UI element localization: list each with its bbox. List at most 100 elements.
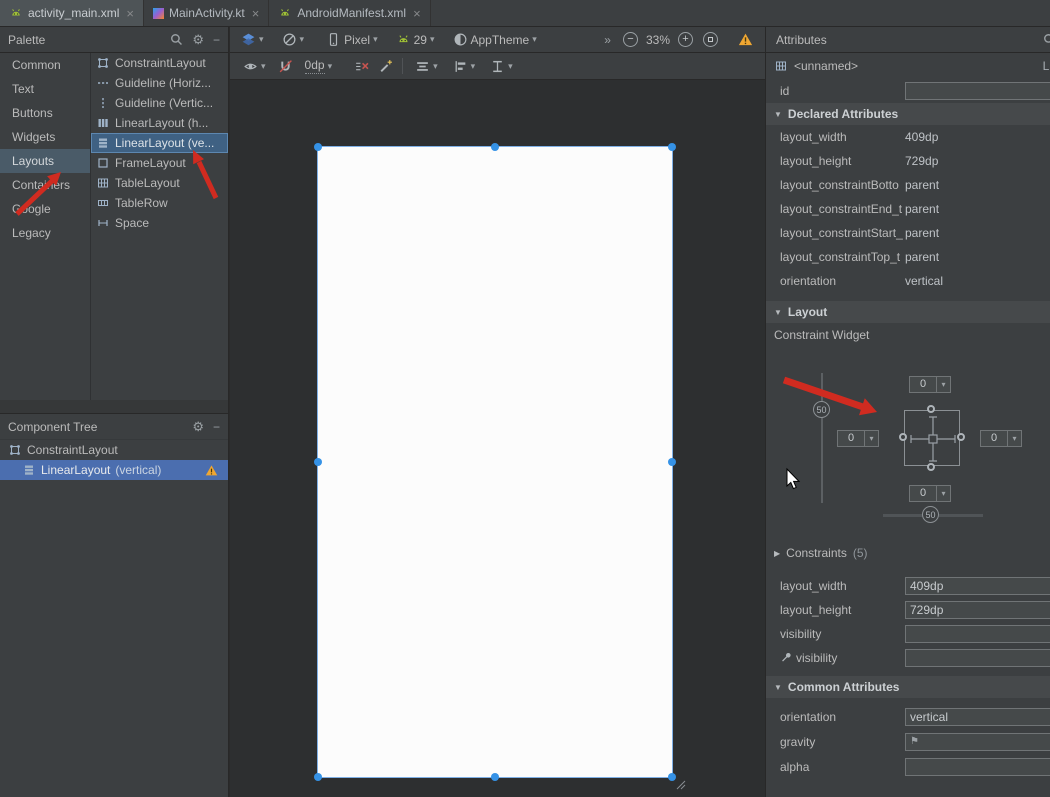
selection-handle-top-right[interactable] [668,143,676,151]
zoom-to-fit-button[interactable] [703,32,718,47]
section-common-attributes[interactable]: ▼ Common Attributes [766,676,1050,698]
selection-handle-top-center[interactable] [491,143,499,151]
horizontal-bias-badge[interactable]: 50 [922,506,939,523]
zoom-out-button[interactable]: − [623,32,638,47]
left-anchor[interactable] [899,433,907,441]
attribute-value[interactable]: vertical [905,274,943,288]
attribute-value[interactable]: parent [905,226,939,240]
minimize-icon[interactable]: − [213,420,220,434]
toolbar-overflow-button[interactable]: » [604,33,611,47]
attribute-value[interactable]: 409dp [905,130,938,144]
tab-androidmanifest-xml[interactable]: AndroidManifest.xml × [269,0,430,26]
pack-menu-button[interactable]: ▾ [412,58,441,75]
palette-item-space[interactable]: Space [91,213,228,233]
gravity-input[interactable]: ⚑ [905,733,1050,751]
gear-icon[interactable]: ⚙ [192,419,204,435]
guidelines-menu-button[interactable]: ▾ [487,58,516,75]
top-anchor[interactable] [927,405,935,413]
theme-selector[interactable]: AppTheme ▾ [450,31,540,48]
palette-category-common[interactable]: Common [0,53,90,77]
palette-item-linearlayout-horizontal[interactable]: LinearLayout (h... [91,113,228,133]
palette-category-buttons[interactable]: Buttons [0,101,90,125]
zoom-in-button[interactable]: + [678,32,693,47]
selection-handle-bottom-center[interactable] [491,773,499,781]
design-canvas[interactable] [230,80,765,797]
palette-category-containers[interactable]: Containers [0,173,90,197]
attribute-value[interactable]: 729dp [905,154,938,168]
collapse-triangle-icon: ▼ [774,110,782,119]
orientation-button[interactable]: ▾ [279,31,308,48]
minimize-icon[interactable]: − [213,33,220,47]
close-icon[interactable]: × [126,6,134,21]
orientation-select[interactable]: vertical [905,708,1050,726]
margin-left-combo[interactable]: 0 ▾ [837,430,879,447]
linearlayout-artboard[interactable] [318,147,672,777]
section-layout[interactable]: ▼ Layout [766,301,1050,323]
design-surface-mode-button[interactable]: ▾ [238,31,267,48]
api-level-selector[interactable]: 29 ▾ [393,31,438,48]
search-icon[interactable] [1043,33,1050,46]
palette-item-label: TableLayout [115,176,180,190]
align-menu-button[interactable]: ▾ [450,58,479,75]
tab-mainactivity-kt[interactable]: MainActivity.kt × [144,0,269,26]
selection-handle-bottom-right[interactable] [668,773,676,781]
chevron-down-icon: ▾ [1008,430,1022,447]
right-anchor[interactable] [957,433,965,441]
palette-item-tablerow[interactable]: TableRow [91,193,228,213]
view-options-button[interactable]: ▾ [240,58,269,75]
infer-constraints-wand-icon[interactable] [378,59,393,74]
warning-icon[interactable] [738,32,753,47]
vertical-bias-slider[interactable] [821,373,823,503]
attribute-value[interactable]: parent [905,178,939,192]
attribute-value[interactable]: parent [905,250,939,264]
device-selector[interactable]: Pixel ▾ [323,31,381,48]
margin-top-combo[interactable]: 0 ▾ [909,376,951,393]
tree-item-linearlayout[interactable]: LinearLayout (vertical) [0,460,228,480]
warning-icon[interactable] [205,464,218,477]
selection-handle-bottom-left[interactable] [314,773,322,781]
constraint-widget-square[interactable] [904,410,960,466]
close-icon[interactable]: × [252,6,260,21]
chevron-down-icon: ▾ [430,34,435,45]
palette-item-framelayout[interactable]: FrameLayout [91,153,228,173]
section-declared-attributes[interactable]: ▼ Declared Attributes [766,103,1050,125]
palette-item-guideline-horizontal[interactable]: Guideline (Horiz... [91,73,228,93]
palette-category-widgets[interactable]: Widgets [0,125,90,149]
selection-handle-middle-left[interactable] [314,458,322,466]
palette-item-constraintlayout[interactable]: ConstraintLayout [91,53,228,73]
autoconnect-magnet-icon[interactable] [278,59,293,74]
gear-icon[interactable]: ⚙ [192,32,204,48]
palette-category-text[interactable]: Text [0,77,90,101]
attribute-value[interactable]: parent [905,202,939,216]
margin-bottom-combo[interactable]: 0 ▾ [909,485,951,502]
visibility-input[interactable] [905,625,1050,643]
tab-activity-main-xml[interactable]: activity_main.xml × [0,0,144,26]
vertical-bias-badge[interactable]: 50 [813,401,830,418]
palette-category-layouts[interactable]: Layouts [0,149,90,173]
close-icon[interactable]: × [413,6,421,21]
palette-category-google[interactable]: Google [0,197,90,221]
bottom-anchor[interactable] [927,463,935,471]
blueprint-icon [282,32,297,47]
id-input[interactable] [905,82,1050,100]
tools-visibility-input[interactable] [905,649,1050,667]
resize-grip-icon[interactable] [676,780,686,790]
selection-handle-top-left[interactable] [314,143,322,151]
panel-splitter[interactable] [0,400,229,413]
palette-item-tablelayout[interactable]: TableLayout [91,173,228,193]
alpha-input[interactable] [905,758,1050,776]
search-icon[interactable] [170,33,183,46]
default-margin-selector[interactable]: 0dp ▾ [302,57,336,75]
tree-item-constraintlayout[interactable]: ConstraintLayout [0,440,228,460]
clear-constraints-icon[interactable] [354,59,369,74]
layout-width-input[interactable]: 409dp [905,577,1050,595]
palette-item-label: LinearLayout (h... [115,116,208,130]
kotlin-file-icon [153,8,164,19]
constraints-section-toggle[interactable]: ▶ Constraints (5) [766,542,1050,564]
layout-height-input[interactable]: 729dp [905,601,1050,619]
palette-category-legacy[interactable]: Legacy [0,221,90,245]
palette-item-guideline-vertical[interactable]: Guideline (Vertic... [91,93,228,113]
margin-right-combo[interactable]: 0 ▾ [980,430,1022,447]
palette-item-linearlayout-vertical[interactable]: LinearLayout (ve... [91,133,228,153]
selection-handle-middle-right[interactable] [668,458,676,466]
